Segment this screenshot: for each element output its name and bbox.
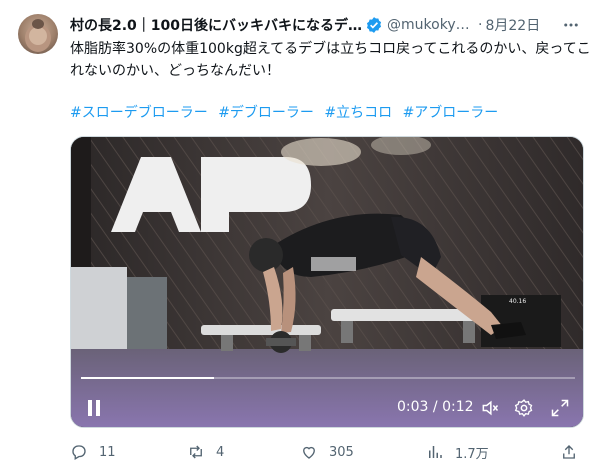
avatar[interactable]	[18, 14, 58, 54]
time-separator: /	[432, 399, 438, 415]
like-icon	[303, 446, 315, 459]
progress-bar[interactable]	[81, 377, 575, 379]
fullscreen-icon[interactable]	[549, 397, 571, 419]
share-button[interactable]	[560, 440, 589, 464]
tweet-actions: 11 4 305 1.7万	[70, 440, 590, 464]
hashtags: #スローデブローラー #デブローラー #立ちコロ #アブローラー	[70, 102, 595, 124]
duration: 0:12	[442, 399, 474, 415]
repost-count: 4	[216, 444, 225, 460]
views-button[interactable]: 1.7万	[426, 440, 489, 464]
tweet-text: 体脂肪率30%の体重100kg超えてるデブは立ちコロ戻ってこれるのかい、戻ってこ…	[70, 41, 591, 79]
settings-icon[interactable]	[513, 397, 535, 419]
tweet-date[interactable]: 8月22日	[485, 15, 540, 35]
like-button[interactable]: 305	[300, 440, 354, 464]
hashtag-link[interactable]: #アブローラー	[403, 105, 499, 121]
views-icon	[429, 446, 442, 458]
video-player[interactable]: 40.16 0:03 / 0:12	[70, 136, 584, 428]
reply-button[interactable]: 11	[70, 440, 116, 464]
display-name[interactable]: 村の長2.0｜100日後にバッキバキになるデ…	[70, 15, 362, 35]
current-time: 0:03	[397, 399, 429, 415]
pause-icon[interactable]	[83, 397, 105, 419]
views-count: 1.7万	[455, 446, 489, 462]
handle[interactable]: @mukokyu…	[387, 17, 475, 33]
tweet-header: 村の長2.0｜100日後にバッキバキになるデ… @mukokyu… · 8月22…	[70, 14, 590, 36]
verified-badge-icon	[366, 17, 382, 33]
reply-icon	[72, 445, 86, 460]
separator-dot: ·	[478, 17, 483, 33]
more-icon[interactable]	[560, 14, 582, 36]
hashtag-link[interactable]: #立ちコロ	[324, 105, 392, 121]
video-frame: 40.16	[71, 137, 583, 427]
time-display: 0:03 / 0:12	[397, 399, 474, 415]
hashtag-link[interactable]: #デブローラー	[218, 105, 314, 121]
repost-button[interactable]: 4	[187, 440, 224, 464]
reply-count: 11	[99, 444, 116, 460]
hashtag-link[interactable]: #スローデブローラー	[70, 105, 208, 121]
tweet: 村の長2.0｜100日後にバッキバキになるデ… @mukokyu… · 8月22…	[0, 0, 605, 476]
sign-text: 40.16	[509, 298, 526, 305]
like-count: 305	[329, 444, 354, 460]
share-icon	[563, 445, 575, 459]
progress-fill	[81, 377, 215, 379]
repost-icon	[190, 445, 202, 459]
mute-icon[interactable]	[479, 397, 501, 419]
